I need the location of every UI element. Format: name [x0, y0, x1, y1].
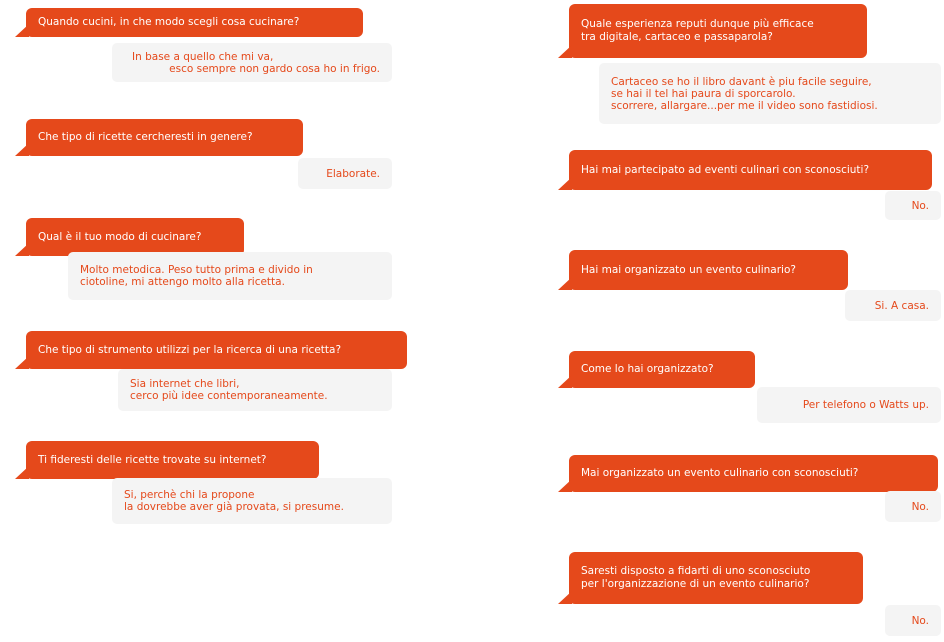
question-text: tra digitale, cartaceo e passaparola? — [581, 31, 773, 43]
question-bubble: Hai mai organizzato un evento culinario? — [558, 250, 848, 290]
question-bubble: Hai mai partecipato ad eventi culinari c… — [558, 150, 932, 190]
question-text: Quando cucini, in che modo scegli cosa c… — [38, 16, 300, 28]
question-text: Quale esperienza reputi dunque più effic… — [581, 18, 814, 30]
answer-bubble: Molto metodica. Peso tutto prima e divid… — [68, 252, 392, 300]
answer-bubble: Per telefono o Watts up. — [757, 387, 941, 423]
answer-text: la dovrebbe aver già provata, si presume… — [124, 501, 344, 513]
answer-bubble: No. — [885, 491, 941, 522]
question-text: Mai organizzato un evento culinario con … — [581, 467, 859, 479]
question-bubble: Che tipo di strumento utilizzi per la ri… — [15, 331, 407, 369]
answer-text: ciotoline, mi attengo molto alla ricetta… — [80, 276, 285, 288]
answer-text: scorrere, allargare...per me il video so… — [611, 99, 878, 112]
question-text: Hai mai organizzato un evento culinario? — [581, 263, 796, 276]
answer-text: Sia internet che libri, — [130, 378, 240, 390]
question-bubble: Che tipo di ricette cercheresti in gener… — [15, 119, 303, 156]
answer-bubble: No. — [885, 191, 941, 220]
answer-bubble: Cartaceo se ho il libro davant è piu fac… — [599, 63, 941, 124]
answer-text: Per telefono o Watts up. — [802, 399, 929, 411]
answer-bubble: Si. A casa. — [845, 290, 941, 321]
answer-bubble: Elaborate. — [298, 158, 392, 189]
answer-bubble: In base a quello che mi va, esco sempre … — [112, 43, 392, 82]
answer-text: No. — [911, 500, 929, 513]
answer-text: No. — [911, 199, 929, 212]
answer-text: Molto metodica. Peso tutto prima e divid… — [80, 264, 313, 276]
answer-text: Cartaceo se ho il libro davant è piu fac… — [611, 75, 872, 88]
answer-text: se hai il tel hai paura di sporcarolo. — [611, 87, 796, 100]
answer-bubble: Si, perchè chi la propone la dovrebbe av… — [112, 478, 392, 524]
question-text: Saresti disposto a fidarti di uno sconos… — [581, 565, 811, 577]
question-bubble: Quale esperienza reputi dunque più effic… — [558, 4, 867, 58]
question-text: Come lo hai organizzato? — [581, 363, 714, 375]
question-text: per l'organizzazione di un evento culina… — [581, 578, 810, 590]
question-bubble: Mai organizzato un evento culinario con … — [558, 455, 938, 492]
answer-text: cerco più idee contemporaneamente. — [130, 390, 328, 402]
answer-text: No. — [911, 614, 929, 627]
question-bubble: Quando cucini, in che modo scegli cosa c… — [15, 8, 363, 37]
answer-text: Si, perchè chi la propone — [124, 489, 255, 501]
answer-bubble: No. — [885, 605, 941, 636]
answer-text: esco sempre non gardo cosa ho in frigo. — [169, 62, 380, 75]
answer-text: Si. A casa. — [874, 299, 929, 312]
question-bubble: Saresti disposto a fidarti di uno sconos… — [558, 552, 863, 604]
question-text: Hai mai partecipato ad eventi culinari c… — [581, 163, 870, 176]
question-bubble: Come lo hai organizzato? — [558, 351, 755, 388]
question-text: Ti fideresti delle ricette trovate su in… — [38, 453, 267, 466]
question-bubble: Qual è il tuo modo di cucinare? — [15, 218, 244, 256]
answer-text: In base a quello che mi va, — [132, 50, 274, 63]
question-text: Qual è il tuo modo di cucinare? — [38, 230, 202, 243]
question-text: Che tipo di strumento utilizzi per la ri… — [38, 343, 342, 356]
answer-text: Elaborate. — [326, 167, 380, 180]
question-bubble: Ti fideresti delle ricette trovate su in… — [15, 441, 319, 479]
question-text: Che tipo di ricette cercheresti in gener… — [38, 131, 253, 143]
answer-bubble: Sia internet che libri, cerco più idee c… — [118, 369, 392, 411]
